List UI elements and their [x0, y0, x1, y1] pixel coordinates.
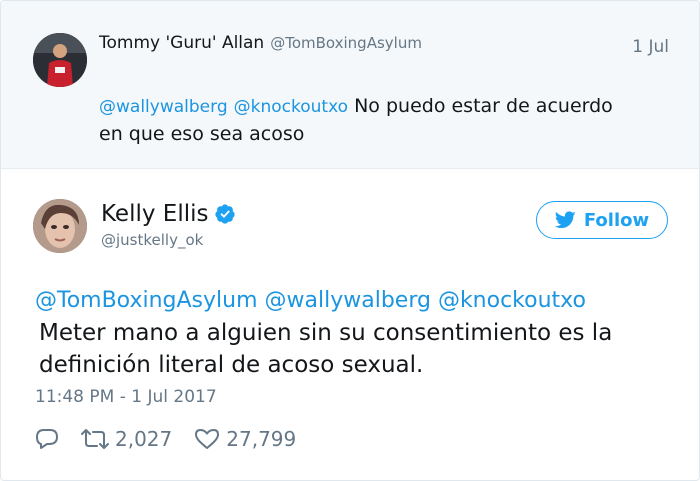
- author-name[interactable]: Kelly Ellis: [101, 201, 208, 227]
- tweet-author[interactable]: Kelly Ellis: [101, 201, 236, 227]
- tweet-date[interactable]: 1 Jul: [632, 37, 669, 57]
- author-name[interactable]: Tommy 'Guru' Allan: [99, 33, 264, 53]
- tweet-actions: 2,027 27,799: [35, 425, 318, 453]
- verified-badge-icon: [215, 204, 236, 224]
- follow-button[interactable]: Follow: [536, 201, 668, 239]
- retweet-icon: [81, 429, 109, 449]
- tweet-text: No puedo estar de acuerdo: [354, 95, 613, 117]
- parent-tweet[interactable]: Tommy 'Guru' Allan @TomBoxingAsylum 1 Jul…: [1, 1, 699, 169]
- like-button[interactable]: 27,799: [194, 427, 296, 451]
- mention-link[interactable]: @wallywalberg: [99, 97, 228, 117]
- tweet-body-line: definición literal de acoso sexual.: [39, 352, 424, 378]
- author-handle[interactable]: @TomBoxingAsylum: [270, 34, 422, 52]
- tweet-text: en que eso sea acoso: [99, 123, 305, 145]
- parent-author[interactable]: Tommy 'Guru' Allan @TomBoxingAsylum: [99, 33, 422, 53]
- tweet-embed: Tommy 'Guru' Allan @TomBoxingAsylum 1 Jul…: [0, 0, 700, 481]
- avatar[interactable]: [33, 33, 87, 87]
- heart-icon: [195, 429, 220, 449]
- twitter-bird-icon: [554, 211, 576, 229]
- follow-label: Follow: [583, 209, 650, 231]
- tweet-body-line: Meter mano a alguien sin su consentimien…: [39, 320, 613, 346]
- like-count: 27,799: [226, 427, 297, 451]
- avatar[interactable]: [33, 199, 87, 253]
- reply-icon: [36, 429, 58, 449]
- retweet-button[interactable]: 2,027: [81, 427, 172, 451]
- reply-button[interactable]: [35, 428, 59, 450]
- parent-tweet-text: @wallywalberg @knockoutxo No puedo estar…: [99, 93, 659, 148]
- tweet-text: @TomBoxingAsylum @wallywalberg @knockout…: [35, 285, 675, 381]
- author-handle[interactable]: @justkelly_ok: [101, 231, 203, 249]
- mention-links[interactable]: @TomBoxingAsylum @wallywalberg @knockout…: [35, 285, 675, 317]
- retweet-count: 2,027: [115, 427, 173, 451]
- tweet-timestamp[interactable]: 11:48 PM - 1 Jul 2017: [35, 387, 217, 407]
- mention-link[interactable]: @knockoutxo: [234, 97, 348, 117]
